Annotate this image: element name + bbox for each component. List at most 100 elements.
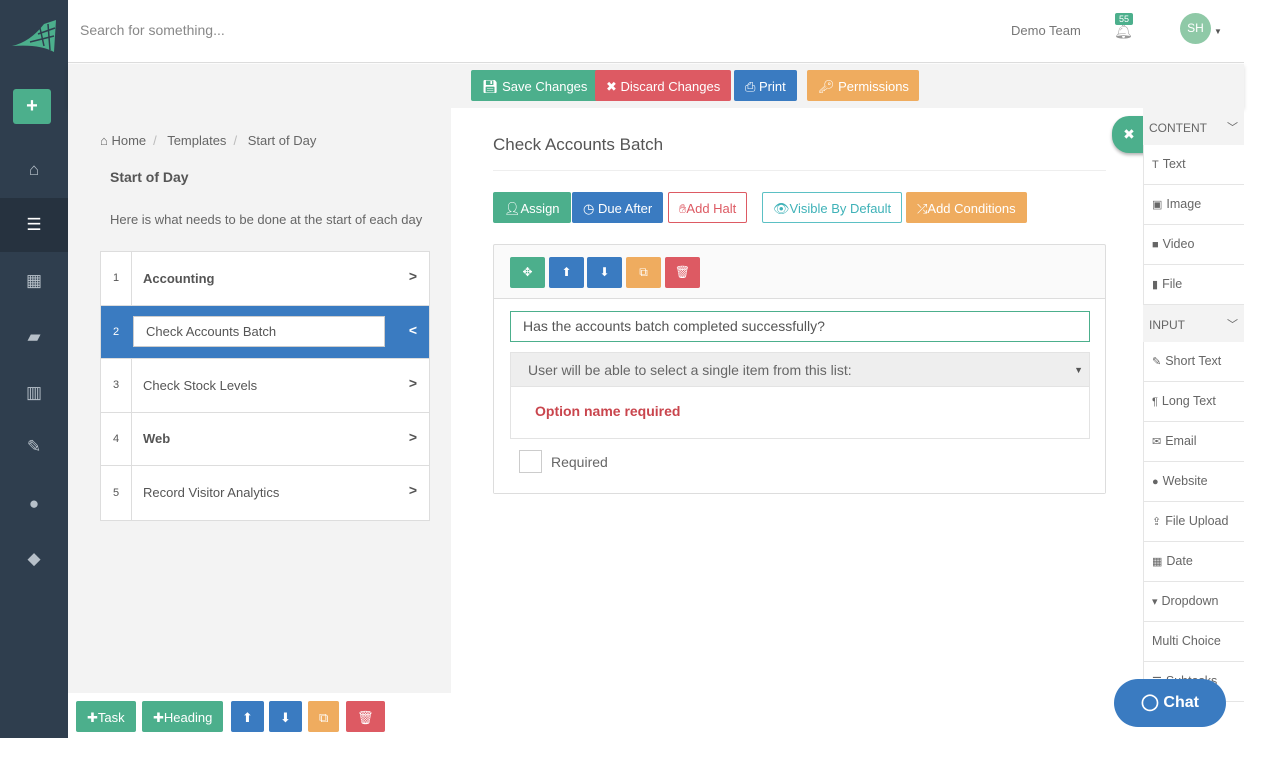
move-down-button[interactable]: ⬇ bbox=[269, 701, 302, 732]
label: Assign bbox=[520, 201, 560, 216]
due-after-button[interactable]: ◷ Due After bbox=[572, 192, 664, 223]
question-input[interactable]: Has the accounts batch completed success… bbox=[510, 311, 1090, 342]
task-item-selected[interactable]: 2< bbox=[101, 305, 429, 359]
input-section-header[interactable]: INPUT ﹀ bbox=[1143, 305, 1244, 342]
label: Heading bbox=[163, 710, 213, 725]
user-icon[interactable]: ● bbox=[0, 477, 68, 531]
chat-button[interactable]: ◯ Chat bbox=[1114, 679, 1226, 727]
users-icon[interactable]: ◆ bbox=[0, 532, 68, 586]
add-halt-button[interactable]: ✋︎Add Halt bbox=[668, 192, 748, 223]
form-field-card: ✥ ⬆ ⬇ ⧉ 🗑︎ Has the accounts batch comple… bbox=[493, 244, 1106, 494]
move-up-button[interactable]: ⬆ bbox=[231, 701, 264, 732]
close-palette-button[interactable]: ✖ bbox=[1112, 116, 1146, 153]
divider bbox=[493, 170, 1106, 171]
delete-button[interactable]: 🗑︎ bbox=[346, 701, 385, 732]
task-label: Record Visitor Analytics bbox=[143, 485, 280, 501]
palette-file[interactable]: ▮ File bbox=[1143, 265, 1244, 305]
palette-website[interactable]: ● Website bbox=[1143, 462, 1244, 502]
chevron-left-icon: < bbox=[408, 321, 417, 338]
home-icon[interactable]: ⌂ bbox=[0, 143, 68, 197]
required-label: Required bbox=[551, 453, 608, 470]
palette-short-text[interactable]: ✎ Short Text bbox=[1143, 342, 1244, 382]
error-message: Option name required bbox=[535, 403, 681, 419]
palette-video[interactable]: ■ Video bbox=[1143, 225, 1244, 265]
envelope-icon: ✉ bbox=[1152, 436, 1162, 448]
task-title: Check Accounts Batch bbox=[493, 135, 664, 154]
home-icon: ⌂ bbox=[100, 133, 108, 148]
drag-handle-icon[interactable]: ✥ bbox=[510, 257, 545, 288]
caret-down-icon[interactable]: ▼ bbox=[1214, 27, 1222, 36]
required-checkbox[interactable] bbox=[519, 450, 542, 473]
add-button[interactable]: + bbox=[13, 89, 51, 124]
wrench-icon[interactable]: ✎ bbox=[0, 420, 68, 474]
dropdown-value: User will be able to select a single ite… bbox=[528, 362, 852, 378]
palette-date[interactable]: ▦ Date bbox=[1143, 542, 1244, 582]
print-button[interactable]: ⎙ Print bbox=[734, 70, 797, 101]
selection-type-dropdown[interactable]: User will be able to select a single ite… bbox=[510, 352, 1090, 387]
task-label: Accounting bbox=[143, 270, 215, 286]
template-panel: ⌂ Home / Templates / Start of Day Start of… bbox=[68, 108, 451, 693]
label: Due After bbox=[597, 201, 653, 216]
logo bbox=[12, 20, 56, 52]
visible-by-default-button[interactable]: 👁︎Visible By Default bbox=[762, 192, 903, 223]
move-up-button[interactable]: ⬆ bbox=[549, 257, 584, 288]
task-item[interactable]: 5 Record Visitor Analytics > bbox=[101, 466, 429, 520]
label: Print bbox=[759, 79, 786, 94]
assign-button[interactable]: 👤︎Assign bbox=[493, 192, 571, 223]
breadcrumb-current: Start of Day bbox=[247, 133, 317, 148]
calendar-icon: ▦ bbox=[1152, 556, 1163, 568]
calendar-icon[interactable]: ▦ bbox=[0, 254, 68, 308]
palette-image[interactable]: ▣ Image bbox=[1143, 185, 1244, 225]
sidebar: + ⌂ ☰ ▦ ▰ ▥ ✎ ● ◆ bbox=[0, 0, 68, 738]
breadcrumb-templates[interactable]: Templates bbox=[167, 133, 226, 148]
palette-email[interactable]: ✉ Email bbox=[1143, 422, 1244, 462]
edit-icon: ✎ bbox=[1152, 356, 1162, 368]
chevron-right-icon: > bbox=[408, 268, 417, 284]
task-number: 1 bbox=[101, 252, 132, 305]
palette-multi-choice[interactable]: Multi Choice bbox=[1143, 622, 1244, 662]
breadcrumb-home[interactable]: Home bbox=[111, 133, 146, 148]
label: Discard Changes bbox=[620, 79, 721, 94]
label: CONTENT bbox=[1149, 121, 1207, 135]
add-task-button[interactable]: ✚Task bbox=[76, 701, 136, 732]
task-item[interactable]: 4 Web > bbox=[101, 412, 429, 466]
discard-changes-button[interactable]: ✖ Discard Changes bbox=[595, 70, 732, 101]
task-item[interactable]: 1 Accounting > bbox=[101, 252, 429, 306]
dropdown-icon: ▾ bbox=[1152, 596, 1158, 608]
copy-button[interactable]: ⧉ bbox=[308, 701, 340, 732]
add-heading-button[interactable]: ✚Heading bbox=[142, 701, 224, 732]
templates-icon[interactable]: ☰ bbox=[0, 198, 68, 252]
task-number: 4 bbox=[101, 412, 132, 465]
task-name-input[interactable] bbox=[133, 316, 385, 348]
search-input[interactable]: Search for something... bbox=[80, 22, 225, 38]
chevron-right-icon: > bbox=[408, 482, 417, 498]
avatar[interactable]: SH bbox=[1180, 13, 1211, 44]
top-bar: Search for something... Demo Team 🔔︎ 55 … bbox=[68, 0, 1244, 63]
save-changes-button[interactable]: 💾︎ Save Changes bbox=[471, 70, 599, 101]
task-item[interactable]: 3 Check Stock Levels > bbox=[101, 359, 429, 413]
palette-long-text[interactable]: ¶ Long Text bbox=[1143, 382, 1244, 422]
chart-icon[interactable]: ▥ bbox=[0, 366, 68, 420]
palette-text[interactable]: T Text bbox=[1143, 145, 1244, 185]
permissions-button[interactable]: 🔑︎ Permissions bbox=[807, 70, 919, 101]
template-description: Here is what needs to be done at the sta… bbox=[110, 212, 423, 227]
image-icon: ▣ bbox=[1152, 199, 1163, 211]
content-section-header[interactable]: CONTENT ﹀ bbox=[1143, 108, 1244, 145]
move-down-button[interactable]: ⬇ bbox=[587, 257, 622, 288]
book-icon[interactable]: ▰ bbox=[0, 310, 68, 364]
task-label: Web bbox=[143, 431, 171, 447]
team-name[interactable]: Demo Team bbox=[1011, 23, 1081, 38]
label: INPUT bbox=[1149, 318, 1185, 332]
delete-button[interactable]: 🗑︎ bbox=[665, 257, 700, 288]
palette-dropdown[interactable]: ▾ Dropdown bbox=[1143, 582, 1244, 622]
task-number: 5 bbox=[101, 466, 132, 520]
label: Task bbox=[97, 710, 125, 725]
option-input[interactable]: Option name required bbox=[510, 387, 1090, 439]
label: Save Changes bbox=[502, 79, 588, 94]
add-conditions-button[interactable]: ⤮Add Conditions bbox=[906, 192, 1027, 223]
copy-button[interactable]: ⧉ bbox=[626, 257, 661, 288]
label: Add Conditions bbox=[927, 201, 1016, 216]
palette-file-upload[interactable]: ⇪ File Upload bbox=[1143, 502, 1244, 542]
label: Chat bbox=[1163, 694, 1199, 711]
task-number: 2 bbox=[101, 305, 132, 358]
